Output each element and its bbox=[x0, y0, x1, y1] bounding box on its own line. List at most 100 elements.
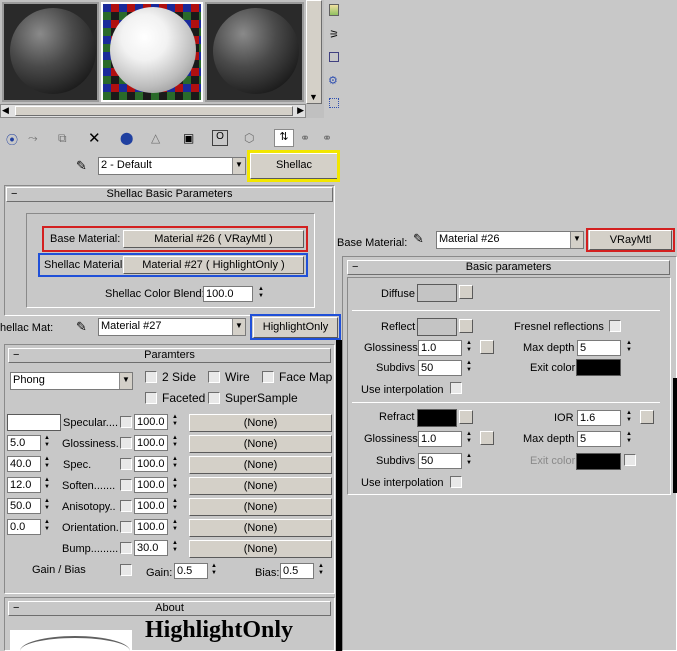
fresnel-checkbox[interactable] bbox=[609, 320, 621, 332]
spinner-icon[interactable]: ▲ ▼ bbox=[256, 286, 266, 302]
gain-bias-checkbox[interactable] bbox=[120, 564, 132, 576]
spinner-icon[interactable]: ▲ ▼ bbox=[464, 453, 474, 469]
shellac-color-blend-field[interactable]: 100.0 bbox=[203, 286, 253, 302]
put-to-library-icon[interactable]: △ bbox=[151, 131, 160, 145]
backlight-icon[interactable]: ⚞ bbox=[329, 28, 339, 41]
show-end-result-icon[interactable]: ⬡ bbox=[244, 131, 254, 145]
refl-subdivs-field[interactable]: 50 bbox=[418, 360, 462, 376]
param-value-field[interactable]: 50.0 bbox=[7, 498, 41, 514]
spinner-icon[interactable]: ▲ ▼ bbox=[170, 519, 180, 535]
go-to-parent-icon[interactable]: ⇅ bbox=[274, 129, 294, 147]
face-map-checkbox[interactable] bbox=[262, 371, 274, 383]
param-value-field[interactable]: 40.0 bbox=[7, 456, 41, 472]
param-map-button[interactable]: (None) bbox=[189, 435, 332, 453]
specular-color-swatch[interactable] bbox=[7, 414, 61, 431]
scroll-thumb[interactable] bbox=[15, 106, 293, 116]
param-amount-field[interactable]: 100.0 bbox=[134, 435, 168, 451]
pick-material-icon[interactable]: ✎ bbox=[76, 319, 87, 335]
refl-use-interpolation-checkbox[interactable] bbox=[450, 382, 462, 394]
param-map-checkbox[interactable] bbox=[120, 458, 132, 470]
chevron-down-icon[interactable]: ▼ bbox=[232, 158, 245, 174]
param-map-button[interactable]: (None) bbox=[189, 498, 332, 516]
refl-exit-color-swatch[interactable] bbox=[576, 359, 621, 376]
sample-slot-right[interactable] bbox=[205, 2, 304, 102]
go-forward-icon[interactable]: ⚭ bbox=[300, 131, 310, 145]
sample-type-icon[interactable] bbox=[329, 4, 339, 16]
param-map-button[interactable]: (None) bbox=[189, 414, 332, 432]
get-material-icon[interactable]: ⦿ bbox=[6, 131, 18, 148]
spinner-icon[interactable]: ▲ ▼ bbox=[170, 540, 180, 556]
faceted-checkbox[interactable] bbox=[145, 392, 157, 404]
slots-vertical-scrollbar[interactable]: ▼ bbox=[306, 0, 322, 104]
spinner-icon[interactable]: ▲ ▼ bbox=[170, 456, 180, 472]
spinner-icon[interactable]: ▲ ▼ bbox=[316, 563, 326, 579]
scroll-right-arrow-icon[interactable]: ▶ bbox=[297, 105, 304, 116]
param-map-checkbox[interactable] bbox=[120, 521, 132, 533]
param-map-button[interactable]: (None) bbox=[189, 456, 332, 474]
pick-material-icon[interactable]: ✎ bbox=[413, 231, 424, 247]
param-map-checkbox[interactable] bbox=[120, 479, 132, 491]
refract-color-swatch[interactable] bbox=[417, 409, 457, 427]
refr-maxdepth-field[interactable]: 5 bbox=[577, 431, 621, 447]
refr-exit-color-checkbox[interactable] bbox=[624, 454, 636, 466]
refract-map-button[interactable] bbox=[459, 410, 473, 424]
param-map-checkbox[interactable] bbox=[120, 416, 132, 428]
spinner-icon[interactable]: ▲ ▼ bbox=[624, 431, 634, 447]
param-value-field[interactable]: 12.0 bbox=[7, 477, 41, 493]
about-rollout-header[interactable]: − About bbox=[8, 601, 331, 616]
spinner-icon[interactable]: ▲ ▼ bbox=[624, 340, 634, 356]
refr-use-interpolation-checkbox[interactable] bbox=[450, 476, 462, 488]
param-value-field[interactable]: 0.0 bbox=[7, 519, 41, 535]
param-map-checkbox[interactable] bbox=[120, 437, 132, 449]
spinner-icon[interactable]: ▲ ▼ bbox=[464, 360, 474, 376]
param-amount-field[interactable]: 100.0 bbox=[134, 456, 168, 472]
background-icon[interactable] bbox=[329, 52, 339, 62]
diffuse-map-button[interactable] bbox=[459, 285, 473, 299]
sample-slot-active[interactable] bbox=[101, 2, 203, 102]
make-unique-icon[interactable]: ⬤ bbox=[120, 131, 133, 145]
supersample-checkbox[interactable] bbox=[208, 392, 220, 404]
spinner-icon[interactable]: ▲ ▼ bbox=[42, 456, 52, 472]
assign-material-icon[interactable]: ⧉ bbox=[58, 131, 67, 146]
basic-rollout-header[interactable]: − Basic parameters bbox=[347, 260, 670, 275]
param-amount-field[interactable]: 100.0 bbox=[134, 519, 168, 535]
reflect-color-swatch[interactable] bbox=[417, 318, 457, 336]
param-amount-field[interactable]: 30.0 bbox=[134, 540, 168, 556]
param-value-field[interactable]: 5.0 bbox=[7, 435, 41, 451]
param-map-button[interactable]: (None) bbox=[189, 519, 332, 537]
spinner-icon[interactable]: ▲ ▼ bbox=[170, 435, 180, 451]
param-map-checkbox[interactable] bbox=[120, 542, 132, 554]
pick-material-icon[interactable]: ✎ bbox=[76, 158, 87, 174]
spinner-icon[interactable]: ▲ ▼ bbox=[464, 340, 474, 356]
spinner-icon[interactable]: ▲ ▼ bbox=[42, 435, 52, 451]
put-to-scene-icon[interactable]: ⤳ bbox=[28, 131, 38, 146]
refl-maxdepth-field[interactable]: 5 bbox=[577, 340, 621, 356]
ior-field[interactable]: 1.6 bbox=[577, 410, 621, 426]
diffuse-color-swatch[interactable] bbox=[417, 284, 457, 302]
bias-field[interactable]: 0.5 bbox=[280, 563, 314, 579]
navigator-icon[interactable]: ⚭ bbox=[322, 131, 332, 145]
wire-checkbox[interactable] bbox=[208, 371, 220, 383]
uv-tiling-icon[interactable]: ⚙ bbox=[328, 74, 338, 87]
delete-icon[interactable]: ✕ bbox=[88, 129, 101, 147]
chevron-down-icon[interactable]: ▼ bbox=[232, 319, 245, 335]
material-id-icon[interactable]: ▣ bbox=[183, 131, 194, 145]
shader-type-dropdown[interactable]: Phong ▼ bbox=[10, 372, 133, 390]
refr-glossiness-field[interactable]: 1.0 bbox=[418, 431, 462, 447]
video-color-check-icon[interactable] bbox=[329, 98, 339, 108]
param-map-checkbox[interactable] bbox=[120, 500, 132, 512]
sample-slot-left[interactable] bbox=[2, 2, 99, 102]
spinner-icon[interactable]: ▲ ▼ bbox=[42, 498, 52, 514]
spinner-icon[interactable]: ▲ ▼ bbox=[170, 414, 180, 430]
spinner-icon[interactable]: ▲ ▼ bbox=[42, 519, 52, 535]
chevron-down-icon[interactable]: ▼ bbox=[119, 373, 132, 389]
base-bar-name-dropdown[interactable]: Material #26 ▼ bbox=[436, 231, 584, 249]
spinner-icon[interactable]: ▲ ▼ bbox=[464, 431, 474, 447]
param-map-button[interactable]: (None) bbox=[189, 477, 332, 495]
param-amount-field[interactable]: 100.0 bbox=[134, 477, 168, 493]
refl-glossiness-field[interactable]: 1.0 bbox=[418, 340, 462, 356]
reflect-map-button[interactable] bbox=[459, 319, 473, 333]
param-map-button[interactable]: (None) bbox=[189, 540, 332, 558]
shellac-rollout-header[interactable]: − Shellac Basic Parameters bbox=[6, 187, 333, 202]
spinner-icon[interactable]: ▲ ▼ bbox=[624, 410, 634, 426]
